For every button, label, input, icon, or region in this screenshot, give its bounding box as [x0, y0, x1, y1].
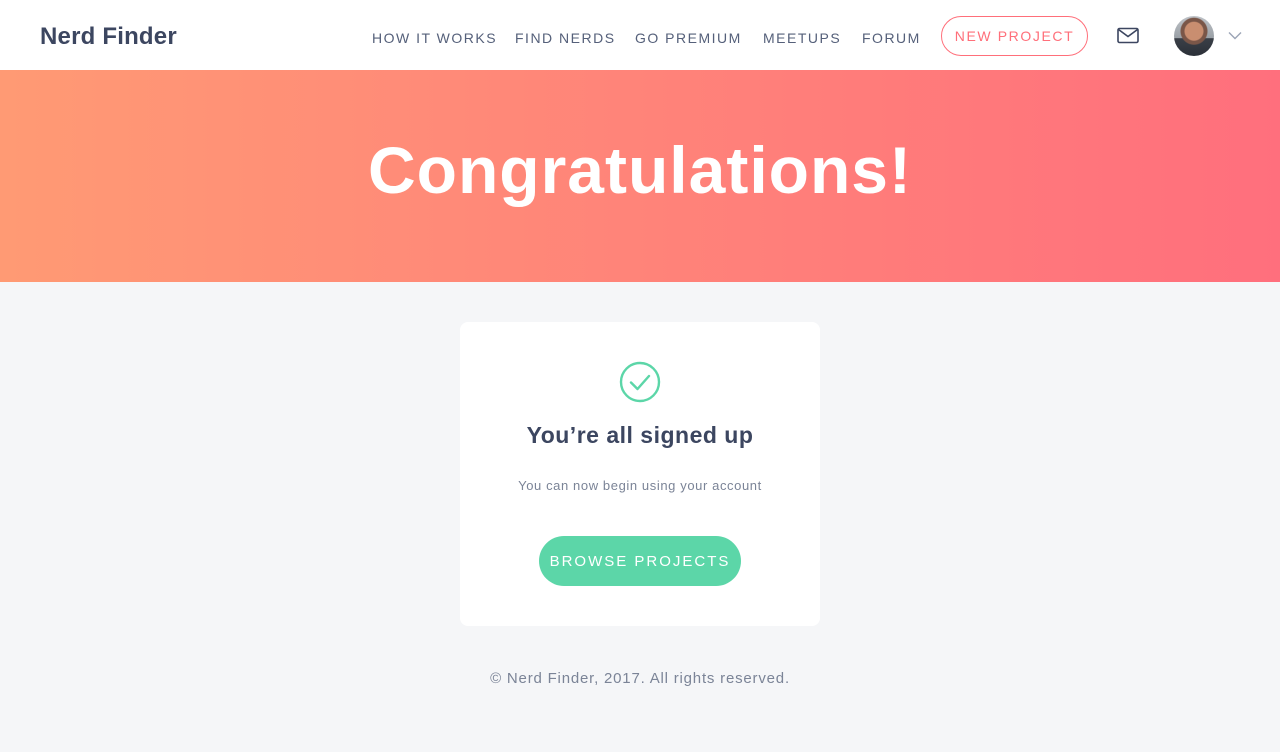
card-title: You’re all signed up: [526, 422, 754, 448]
card-subtitle: You can now begin using your account: [518, 478, 762, 493]
footer-copyright: © Nerd Finder, 2017. All rights reserved…: [490, 670, 790, 687]
chevron-down-icon[interactable]: [1228, 31, 1242, 40]
new-project-button[interactable]: NEW PROJECT: [941, 16, 1088, 56]
nav-find-nerds[interactable]: FIND NERDS: [515, 30, 616, 46]
user-avatar[interactable]: [1174, 16, 1214, 56]
nav-go-premium[interactable]: GO PREMIUM: [635, 30, 742, 46]
nav-how-it-works[interactable]: HOW IT WORKS: [372, 30, 497, 46]
nav-forum[interactable]: FORUM: [862, 30, 921, 46]
site-logo[interactable]: Nerd Finder: [40, 23, 177, 51]
hero-banner: Congratulations!: [0, 70, 1280, 282]
signup-success-card: You’re all signed up You can now begin u…: [460, 322, 820, 626]
check-circle-icon: [619, 361, 661, 403]
top-navbar: Nerd Finder HOW IT WORKS FIND NERDS GO P…: [0, 0, 1280, 70]
browse-projects-button[interactable]: BROWSE PROJECTS: [539, 536, 741, 586]
hero-title: Congratulations!: [368, 133, 912, 207]
nav-meetups[interactable]: MEETUPS: [763, 30, 841, 46]
mail-icon[interactable]: [1117, 27, 1139, 44]
